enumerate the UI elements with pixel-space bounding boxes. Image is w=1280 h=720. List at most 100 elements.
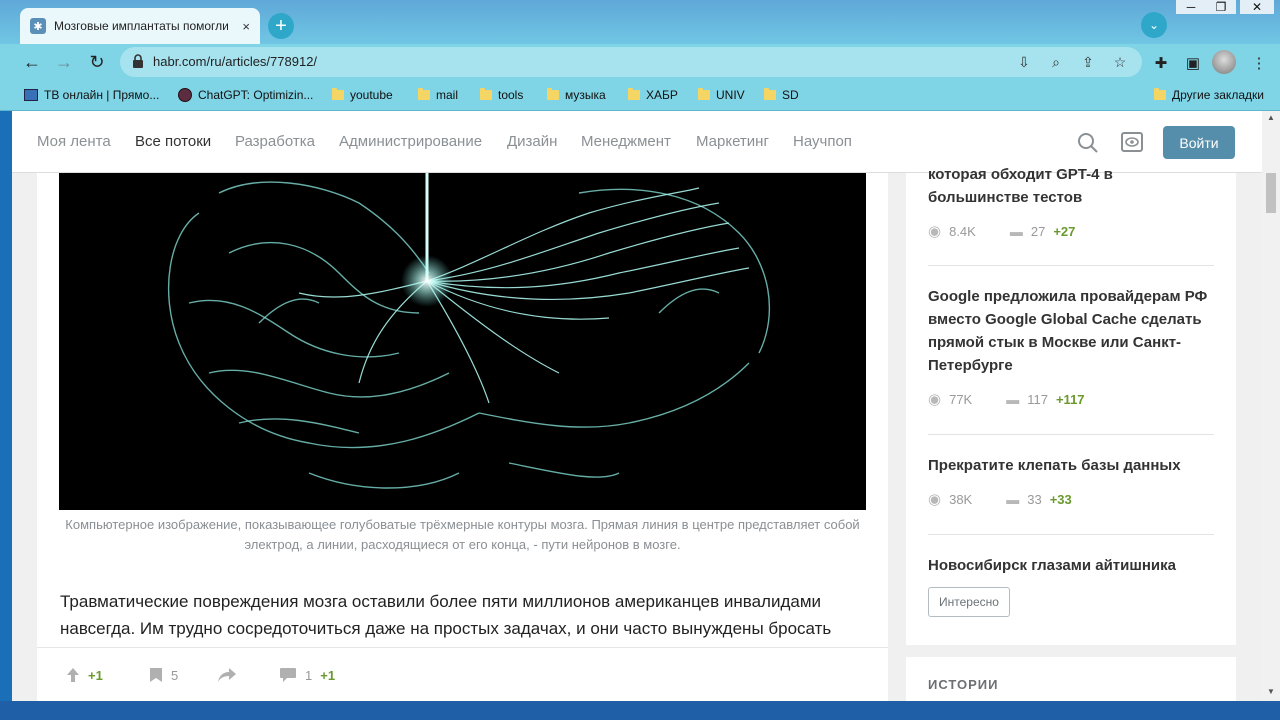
address-bar[interactable]: habr.com/ru/articles/778912/ ⇩ ⌕ ⇪ ☆ (120, 47, 1142, 77)
bookmarks-bar: ТВ онлайн | Прямо... ChatGPT: Optimizin.… (0, 80, 1280, 111)
comment-delta: +27 (1053, 223, 1076, 239)
comment-delta: +1 (320, 667, 336, 683)
sidebar-post-title[interactable]: Новосибирск глазами айтишника (928, 554, 1214, 577)
article-lead-paragraph: Травматические повреждения мозга оставил… (60, 592, 832, 638)
comments-control[interactable]: 1 +1 (279, 667, 335, 683)
bookmark-label: ХАБР (646, 88, 678, 102)
side-panel-icon[interactable]: ▣ (1182, 52, 1204, 74)
comment-count: 33 (1027, 491, 1042, 507)
bookmark-control[interactable]: 5 (149, 667, 178, 683)
extensions-puzzle-icon[interactable]: ✚ (1150, 52, 1172, 74)
comment-icon (280, 668, 296, 682)
eye-icon: ◉ (928, 223, 942, 240)
folder-icon (547, 88, 559, 100)
bookmark-folder-mail[interactable]: mail (418, 86, 458, 104)
divider (928, 534, 1214, 535)
bookmark-folder-music[interactable]: музыка (547, 86, 606, 104)
bookmark-star-icon[interactable]: ☆ (1110, 52, 1130, 72)
bookmark-tv[interactable]: ТВ онлайн | Прямо... (24, 86, 159, 104)
search-icon[interactable] (1077, 132, 1099, 154)
bookmark-folder-youtube[interactable]: youtube (332, 86, 393, 104)
reading-mode-icon[interactable] (1120, 131, 1144, 153)
scroll-down-arrow-icon[interactable]: ▼ (1266, 687, 1276, 697)
tab-search-button[interactable]: ⌄ (1141, 12, 1167, 38)
post-stats: ◉ 77K ▬ 117 +117 (928, 389, 1214, 409)
bookmark-folder-univ[interactable]: UNIV (698, 86, 745, 104)
back-arrow-icon[interactable]: ← (20, 50, 44, 74)
interesting-button[interactable]: Интересно (928, 587, 1010, 617)
sidebar-post-title[interactable]: Прекратите клепать базы данных (928, 454, 1214, 477)
profile-avatar[interactable] (1212, 50, 1236, 74)
install-app-icon[interactable]: ⇩ (1014, 52, 1034, 72)
tv-icon (24, 89, 38, 101)
nav-item-all-flows[interactable]: Все потоки (135, 133, 211, 150)
sidebar-post[interactable]: Прекратите клепать базы данных ◉ 38K ▬ 3… (928, 454, 1214, 509)
bookmark-folder-tools[interactable]: tools (480, 86, 523, 104)
post-stats: ◉ 8.4K ▬ 27 +27 (928, 221, 1214, 241)
rating-arrow-icon (67, 668, 79, 682)
browser-tab[interactable]: ✱ Мозговые имплантаты помогли × (20, 8, 260, 44)
bookmark-chatgpt[interactable]: ChatGPT: Optimizin... (178, 86, 313, 104)
folder-icon (480, 88, 492, 100)
bookmark-icon (150, 668, 162, 682)
vote-control[interactable]: +1 (66, 667, 103, 683)
view-count: 77K (949, 391, 973, 407)
bookmark-label: SD (782, 88, 799, 102)
bookmark-count: 5 (171, 667, 179, 683)
comment-count: 1 (305, 667, 313, 683)
tab-title: Мозговые имплантаты помогли (54, 19, 229, 33)
folder-icon (418, 88, 430, 100)
nav-item-popsci[interactable]: Научпоп (793, 133, 852, 150)
nav-item-my-feed[interactable]: Моя лента (37, 133, 111, 150)
sidebar-post-title[interactable]: которая обходит GPT-4 в большинстве тест… (928, 163, 1214, 209)
comment-icon: ▬ (1006, 391, 1020, 407)
zoom-icon[interactable]: ⌕ (1046, 52, 1066, 72)
stories-heading: ИСТОРИИ (928, 677, 999, 692)
tab-close-icon[interactable]: × (242, 19, 250, 34)
sidebar-most-read: которая обходит GPT-4 в большинстве тест… (906, 166, 1236, 645)
close-window-button[interactable]: ✕ (1240, 0, 1274, 14)
nav-item-administration[interactable]: Администрирование (339, 133, 482, 150)
sidebar-post[interactable]: Google предложила провайдерам РФ вместо … (928, 285, 1214, 409)
lock-icon (133, 54, 143, 68)
bookmark-label: tools (498, 88, 524, 102)
nav-item-marketing[interactable]: Маркетинг (696, 133, 769, 150)
bookmark-folder-sd[interactable]: SD (764, 86, 799, 104)
sidebar-post[interactable]: которая обходит GPT-4 в большинстве тест… (928, 166, 1214, 241)
bookmark-label: Другие закладки (1172, 88, 1264, 102)
share-arrow-icon (218, 668, 236, 682)
habr-favicon-icon: ✱ (30, 18, 46, 34)
bookmark-label: mail (436, 88, 459, 102)
folder-icon (764, 88, 776, 100)
share-icon[interactable]: ⇪ (1078, 52, 1098, 72)
folder-icon (628, 88, 640, 100)
nav-item-management[interactable]: Менеджмент (581, 133, 671, 150)
sidebar-stories: ИСТОРИИ (906, 657, 1236, 701)
share-control[interactable] (217, 667, 237, 683)
folder-icon (332, 88, 344, 100)
forward-arrow-icon[interactable]: → (52, 50, 76, 74)
browser-menu-icon[interactable]: ⋮ (1248, 52, 1270, 74)
nav-item-design[interactable]: Дизайн (507, 133, 557, 150)
post-stats: ◉ 38K ▬ 33 +33 (928, 489, 1214, 509)
new-tab-button[interactable]: + (268, 13, 294, 39)
maximize-button[interactable]: ❐ (1206, 0, 1236, 14)
view-count: 38K (949, 491, 973, 507)
sidebar-post-title[interactable]: Google предложила провайдерам РФ вместо … (928, 285, 1214, 377)
scroll-up-arrow-icon[interactable]: ▲ (1266, 113, 1276, 123)
folder-icon (1154, 88, 1166, 100)
bookmark-folder-habr[interactable]: ХАБР (628, 86, 678, 104)
scrollbar-thumb[interactable] (1266, 173, 1276, 213)
page-scrollbar[interactable]: ▲ ▼ (1262, 111, 1280, 701)
login-button[interactable]: Войти (1163, 126, 1235, 159)
sidebar-post[interactable]: Новосибирск глазами айтишника (928, 554, 1214, 577)
minimize-button[interactable]: ─ (1176, 0, 1206, 14)
nav-item-development[interactable]: Разработка (235, 133, 315, 150)
comment-icon: ▬ (1009, 223, 1023, 239)
other-bookmarks-folder[interactable]: Другие закладки (1154, 86, 1264, 104)
comment-count: 27 (1030, 223, 1046, 239)
divider (928, 265, 1214, 266)
reload-icon[interactable]: ↻ (85, 50, 109, 74)
bookmark-label: ChatGPT: Optimizin... (198, 88, 314, 102)
article-image-brain (59, 173, 866, 510)
